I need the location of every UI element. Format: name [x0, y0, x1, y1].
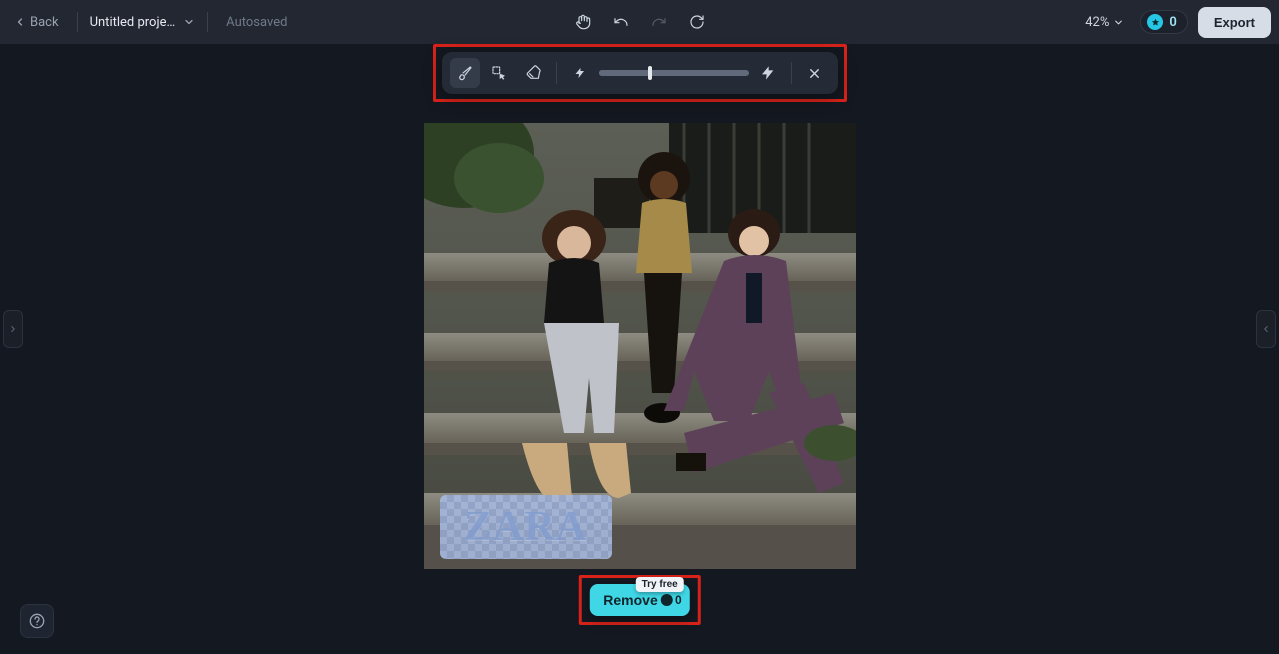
brush-size-large-icon: [753, 58, 783, 88]
top-bar-right: 42% 0 Export: [1079, 7, 1271, 38]
slider-thumb[interactable]: [648, 66, 652, 80]
slider-fill: [599, 70, 650, 76]
hand-icon: [575, 14, 591, 30]
remove-button-highlight: Remove Try free 0: [578, 575, 700, 625]
zoom-value: 42%: [1085, 15, 1109, 30]
mask-text: ZARA: [440, 495, 612, 559]
bolt-large-icon: [760, 65, 776, 81]
zoom-dropdown[interactable]: 42%: [1079, 11, 1130, 34]
credits-dot-icon: [661, 594, 673, 606]
credits-value: 0: [1169, 15, 1176, 30]
floating-toolbar-highlight: [433, 44, 847, 102]
floating-toolbar: [442, 52, 838, 94]
chevron-left-icon: [14, 16, 26, 28]
try-free-badge: Try free: [636, 577, 684, 592]
close-toolbar-button[interactable]: [800, 58, 830, 88]
selection-mask: ZARA: [440, 495, 612, 559]
autosaved-label: Autosaved: [226, 15, 287, 30]
refresh-icon: [689, 14, 705, 30]
credits-pill[interactable]: 0: [1140, 10, 1187, 34]
brush-tool[interactable]: [450, 58, 480, 88]
close-icon: [807, 66, 822, 81]
brush-size-small-icon: [565, 58, 595, 88]
reset-button[interactable]: [682, 7, 712, 37]
undo-icon: [613, 14, 629, 30]
export-button[interactable]: Export: [1198, 7, 1271, 38]
bolt-small-icon: [574, 67, 586, 79]
brush-size-slider[interactable]: [599, 70, 749, 76]
remove-cost: 0: [661, 593, 682, 607]
pan-hand-button[interactable]: [568, 7, 598, 37]
help-icon: [29, 613, 45, 629]
top-bar-center: [568, 7, 712, 37]
toolbar-divider: [556, 62, 557, 84]
lasso-cursor-icon: [491, 65, 507, 81]
undo-button[interactable]: [606, 7, 636, 37]
divider: [207, 12, 208, 32]
project-switcher[interactable]: Untitled proje…: [90, 13, 196, 32]
canvas-image[interactable]: ZARA: [424, 123, 856, 569]
redo-icon: [651, 14, 667, 30]
divider: [77, 12, 78, 32]
credits-icon: [1147, 14, 1163, 30]
chevron-right-icon: [8, 322, 18, 336]
top-bar: Back Untitled proje… Autosaved 42: [0, 0, 1279, 44]
remove-cost-value: 0: [675, 593, 682, 607]
chevron-down-icon[interactable]: [183, 13, 195, 32]
remove-button[interactable]: Remove Try free 0: [589, 584, 689, 616]
top-bar-left: Back Untitled proje… Autosaved: [8, 11, 287, 34]
chevron-down-icon: [1113, 17, 1124, 28]
eraser-icon: [525, 65, 541, 81]
help-button[interactable]: [20, 604, 54, 638]
brush-icon: [457, 65, 473, 81]
back-label: Back: [30, 15, 59, 30]
eraser-tool[interactable]: [518, 58, 548, 88]
remove-label: Remove: [603, 592, 657, 608]
right-panel-toggle[interactable]: [1256, 310, 1276, 348]
back-button[interactable]: Back: [8, 11, 65, 34]
redo-button: [644, 7, 674, 37]
toolbar-divider: [791, 62, 792, 84]
auto-select-tool[interactable]: [484, 58, 514, 88]
project-name: Untitled proje…: [90, 15, 176, 30]
left-panel-toggle[interactable]: [3, 310, 23, 348]
chevron-left-icon: [1261, 322, 1271, 336]
